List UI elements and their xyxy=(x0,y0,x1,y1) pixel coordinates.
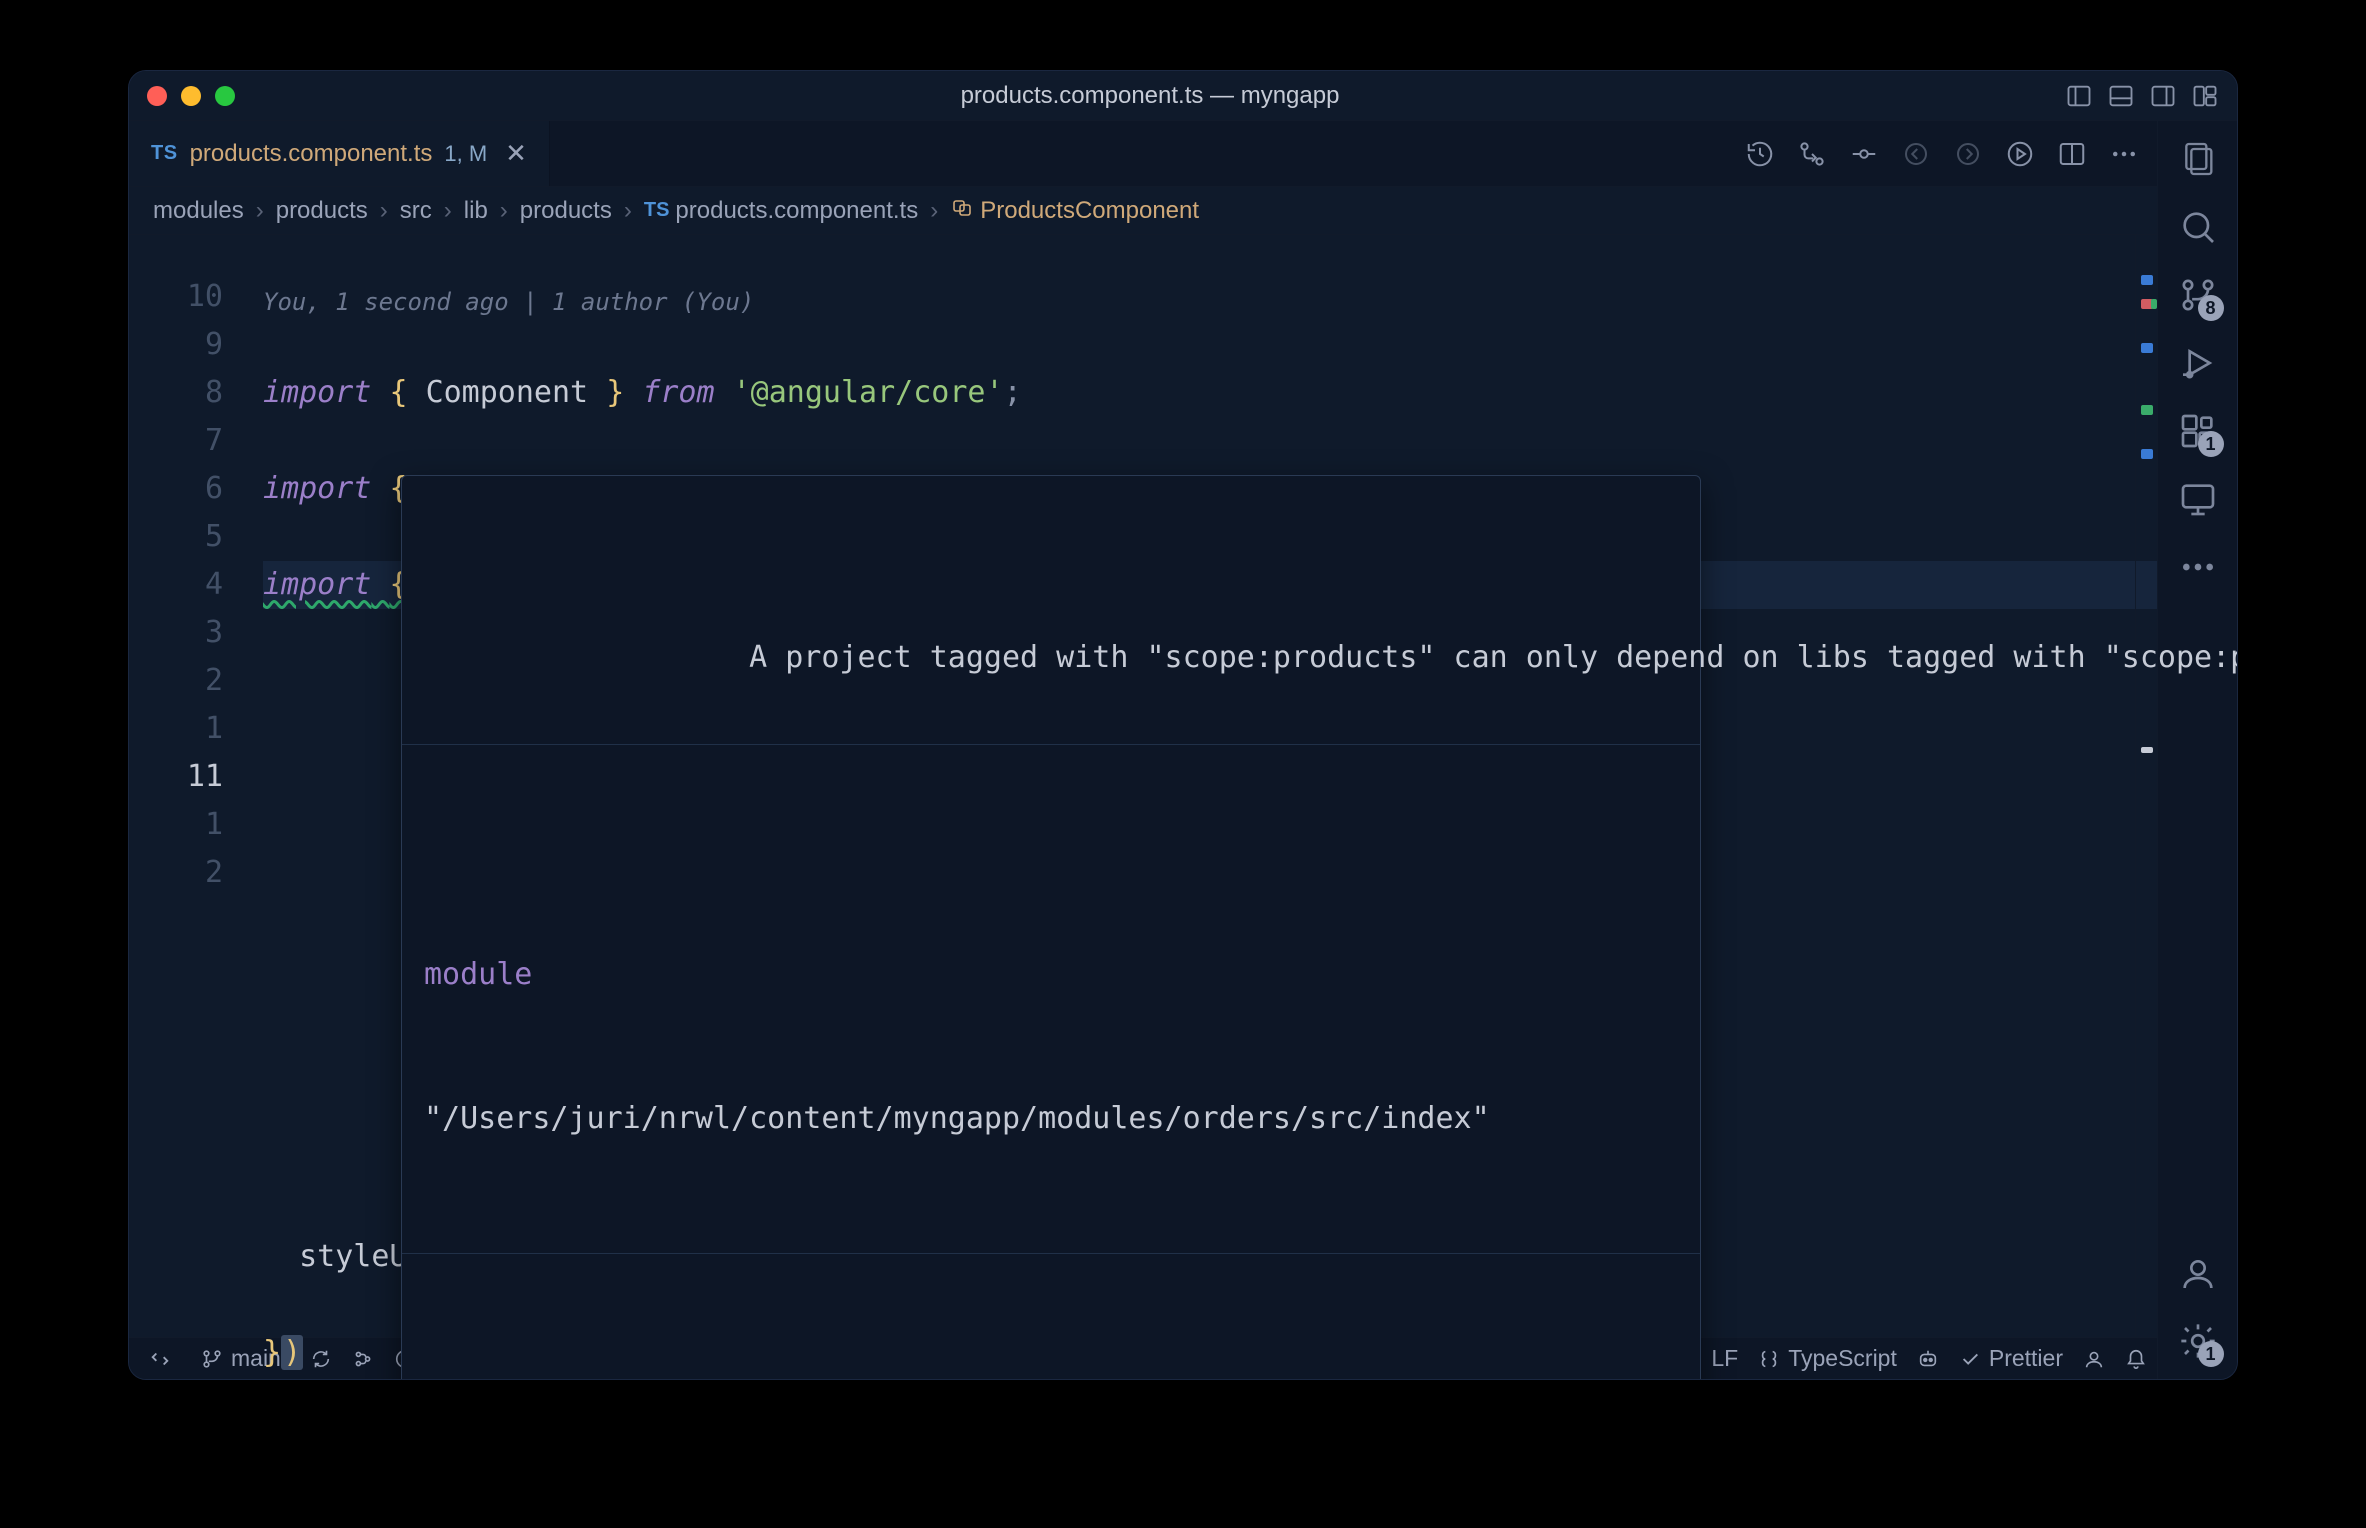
typescript-icon: TS xyxy=(644,199,670,222)
maximize-window-button[interactable] xyxy=(215,86,235,106)
more-views-icon[interactable] xyxy=(2178,547,2218,587)
hover-actions: View Problem (⌥F8) Quick Fix... (⌘.) xyxy=(402,1350,1700,1380)
tabs-bar: TS products.component.ts 1, M ✕ xyxy=(129,121,2157,187)
split-editor-icon[interactable] xyxy=(2057,139,2087,169)
hover-module-info: module "/Users/juri/nrwl/content/myngapp… xyxy=(402,841,1700,1254)
hover-message: A project tagged with "scope:products" c… xyxy=(402,572,1700,745)
layout-controls xyxy=(2065,82,2219,110)
breadcrumb-seg[interactable]: products xyxy=(520,197,612,225)
typescript-icon: TS xyxy=(151,142,178,165)
breadcrumb-seg[interactable]: src xyxy=(400,197,432,225)
class-icon xyxy=(950,195,974,226)
vscode-window: products.component.ts — myngapp TS produ… xyxy=(128,70,2238,1380)
run-alt-icon[interactable] xyxy=(2005,139,2035,169)
more-actions-icon[interactable] xyxy=(2109,139,2139,169)
layout-customize-icon[interactable] xyxy=(2191,82,2219,110)
hover-widget: A project tagged with "scope:products" c… xyxy=(401,475,1701,1380)
panel-right-icon[interactable] xyxy=(2149,82,2177,110)
extensions-badge: 1 xyxy=(2198,431,2224,457)
tab-filename: products.component.ts xyxy=(190,140,433,168)
remote-indicator[interactable] xyxy=(139,1348,181,1370)
gitlens-annotation: You, 1 second ago | 1 author (You) xyxy=(263,283,2157,321)
window-title: products.component.ts — myngapp xyxy=(235,82,2065,110)
nav-back-icon[interactable] xyxy=(1901,139,1931,169)
breadcrumb-seg[interactable]: products xyxy=(276,197,368,225)
history-icon[interactable] xyxy=(1745,139,1775,169)
tab-modifications: 1, M xyxy=(444,141,487,167)
settings-icon[interactable]: 1 xyxy=(2178,1321,2218,1361)
editor-tab[interactable]: TS products.component.ts 1, M ✕ xyxy=(129,121,550,186)
extensions-icon[interactable]: 1 xyxy=(2178,411,2218,451)
editor-actions xyxy=(1727,121,2157,186)
breadcrumb[interactable]: modules› products› src› lib› products› T… xyxy=(129,187,2157,235)
minimize-window-button[interactable] xyxy=(181,86,201,106)
search-icon[interactable] xyxy=(2178,207,2218,247)
close-window-button[interactable] xyxy=(147,86,167,106)
activity-bar: 8 1 1 xyxy=(2157,121,2237,1379)
explorer-icon[interactable] xyxy=(2178,139,2218,179)
scm-badge: 8 xyxy=(2198,295,2224,321)
git-commit-icon[interactable] xyxy=(1849,139,1879,169)
window-controls xyxy=(147,86,235,106)
panel-left-icon[interactable] xyxy=(2065,82,2093,110)
panel-bottom-icon[interactable] xyxy=(2107,82,2135,110)
breadcrumb-symbol[interactable]: ProductsComponent xyxy=(980,197,1199,225)
close-tab-button[interactable]: ✕ xyxy=(505,138,527,169)
settings-badge: 1 xyxy=(2198,1341,2224,1367)
overview-ruler[interactable] xyxy=(2135,235,2157,1337)
source-control-icon[interactable]: 8 xyxy=(2178,275,2218,315)
code-content[interactable]: You, 1 second ago | 1 author (You) impor… xyxy=(241,235,2157,1337)
nav-forward-icon[interactable] xyxy=(1953,139,1983,169)
breadcrumb-seg[interactable]: modules xyxy=(153,197,244,225)
compare-icon[interactable] xyxy=(1797,139,1827,169)
line-gutter: 10 9 8 7 6 5 4 3 2 1 11 1 2 xyxy=(129,235,241,1337)
breadcrumb-seg[interactable]: lib xyxy=(464,197,488,225)
titlebar: products.component.ts — myngapp xyxy=(129,71,2237,121)
remote-explorer-icon[interactable] xyxy=(2178,479,2218,519)
run-debug-icon[interactable] xyxy=(2178,343,2218,383)
accounts-icon[interactable] xyxy=(2178,1253,2218,1293)
code-editor[interactable]: 10 9 8 7 6 5 4 3 2 1 11 1 2 xyxy=(129,235,2157,1337)
breadcrumb-file[interactable]: products.component.ts xyxy=(675,197,918,225)
